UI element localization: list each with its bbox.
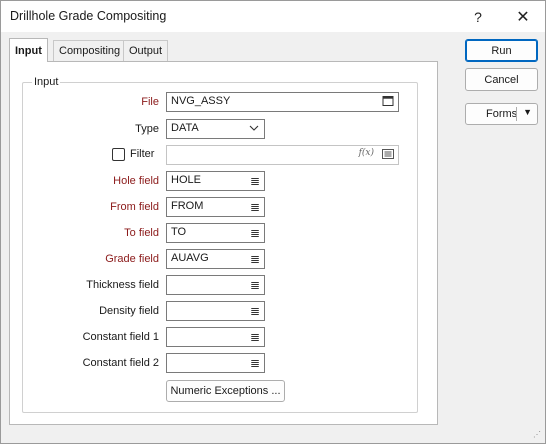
resize-grip-icon[interactable]: ⋰: [533, 431, 543, 441]
filter-label: Filter: [130, 148, 155, 160]
forms-button[interactable]: Forms ▼: [465, 103, 538, 125]
constant-field-2-label: Constant field 2: [82, 357, 159, 369]
close-button[interactable]: ✕: [501, 1, 545, 32]
help-button[interactable]: ?: [456, 1, 500, 32]
density-field-input[interactable]: ≣: [166, 301, 265, 321]
field-list-icon[interactable]: ≣: [250, 252, 260, 266]
to-field-label: To field: [124, 227, 159, 239]
field-list-icon[interactable]: ≣: [250, 356, 260, 370]
numeric-exceptions-button[interactable]: Numeric Exceptions ...: [166, 380, 285, 402]
filter-input[interactable]: f(x): [166, 145, 399, 165]
type-value: DATA: [171, 122, 199, 134]
hole-field-input[interactable]: HOLE ≣: [166, 171, 265, 191]
field-list-icon[interactable]: ≣: [250, 226, 260, 240]
grade-field-input[interactable]: AUAVG ≣: [166, 249, 265, 269]
from-field-value: FROM: [171, 200, 204, 212]
field-list-icon[interactable]: ≣: [250, 330, 260, 344]
type-select[interactable]: DATA: [166, 119, 265, 139]
split-divider: [516, 107, 517, 121]
field-list-icon[interactable]: ≣: [250, 278, 260, 292]
file-input[interactable]: NVG_ASSY: [166, 92, 399, 112]
thickness-field-label: Thickness field: [86, 279, 159, 291]
thickness-field-input[interactable]: ≣: [166, 275, 265, 295]
to-field-value: TO: [171, 226, 187, 238]
file-value: NVG_ASSY: [171, 95, 231, 107]
function-icon[interactable]: f(x): [359, 148, 374, 158]
field-list-icon[interactable]: ≣: [250, 304, 260, 318]
expression-editor-icon[interactable]: [382, 148, 394, 163]
filter-checkbox[interactable]: [112, 148, 125, 161]
caret-down-icon[interactable]: ▼: [523, 107, 532, 117]
tab-output[interactable]: Output: [123, 40, 169, 61]
cancel-button[interactable]: Cancel: [465, 68, 538, 91]
constant-field-1-input[interactable]: ≣: [166, 327, 265, 347]
hole-field-value: HOLE: [171, 174, 201, 186]
tab-input[interactable]: Input: [9, 38, 48, 62]
title-bar: Drillhole Grade Compositing ? ✕: [1, 1, 545, 32]
to-field-input[interactable]: TO ≣: [166, 223, 265, 243]
hole-field-label: Hole field: [113, 175, 159, 187]
field-list-icon[interactable]: ≣: [250, 200, 260, 214]
from-field-label: From field: [110, 201, 159, 213]
grade-field-value: AUAVG: [171, 252, 209, 264]
dialog-window: Drillhole Grade Compositing ? ✕ Input Co…: [0, 0, 546, 444]
tab-compositing[interactable]: Compositing: [53, 40, 127, 61]
density-field-label: Density field: [99, 305, 159, 317]
chevron-down-icon: [249, 121, 259, 138]
grade-field-label: Grade field: [105, 253, 159, 265]
file-label: File: [141, 96, 159, 108]
from-field-input[interactable]: FROM ≣: [166, 197, 265, 217]
field-list-icon[interactable]: ≣: [250, 174, 260, 188]
run-button[interactable]: Run: [465, 39, 538, 62]
constant-field-1-label: Constant field 1: [82, 331, 159, 343]
constant-field-2-input[interactable]: ≣: [166, 353, 265, 373]
forms-label: Forms: [486, 108, 518, 120]
file-browse-icon[interactable]: [382, 95, 394, 110]
type-label: Type: [135, 123, 159, 135]
group-legend: Input: [32, 76, 61, 88]
window-title: Drillhole Grade Compositing: [10, 9, 167, 23]
